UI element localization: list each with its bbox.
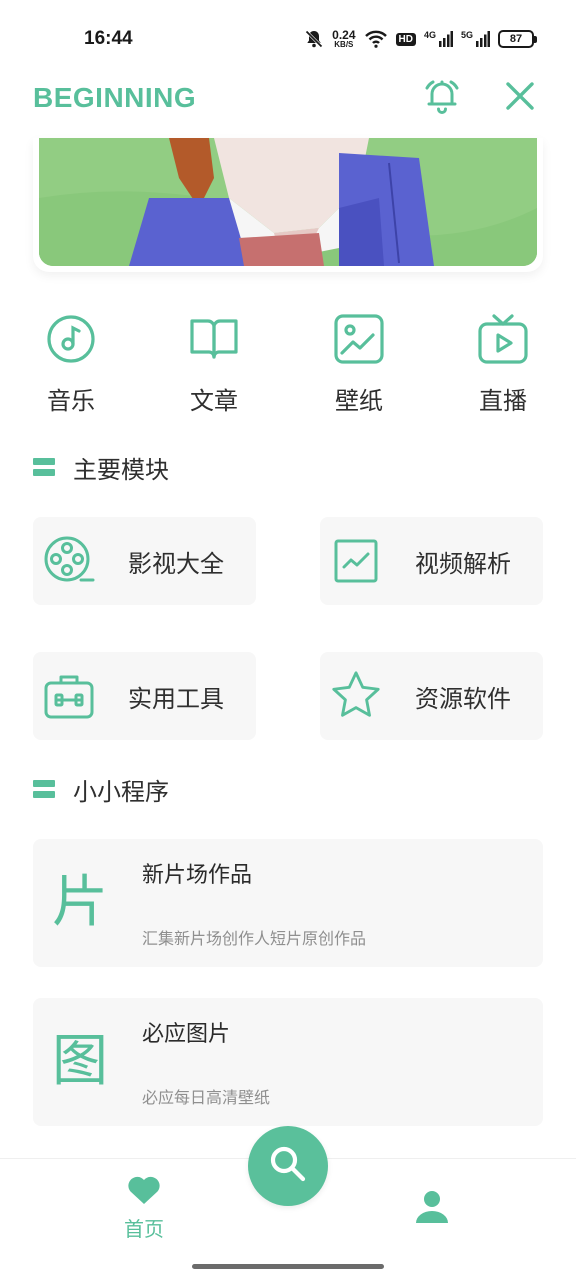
mute-bell-icon	[304, 29, 324, 49]
module-label: 视频解析	[415, 549, 511, 578]
quick-nav: 音乐 文章 壁纸 直播	[0, 312, 576, 422]
quick-nav-label: 文章	[190, 387, 238, 415]
image-icon	[332, 312, 386, 366]
wifi-icon	[364, 29, 388, 49]
search-icon	[268, 1144, 308, 1188]
star-icon	[329, 669, 383, 723]
alarm-button[interactable]	[420, 78, 464, 118]
module-card-movies[interactable]: 影视大全	[33, 517, 256, 605]
quick-nav-label: 壁纸	[335, 387, 383, 415]
mini-program-glyph: 片	[52, 870, 108, 935]
quick-nav-music[interactable]: 音乐	[26, 312, 116, 416]
tv-play-icon	[476, 312, 530, 366]
nav-profile[interactable]	[408, 1187, 456, 1231]
signal-icon-sim2: 5G	[461, 31, 490, 47]
close-icon	[504, 80, 536, 116]
nav-home[interactable]: 首页	[108, 1173, 180, 1243]
section-mini-programs: 小小程序	[33, 772, 169, 806]
mini-program-card-xinpianchang[interactable]: 片 新片场作品 汇集新片场创作人短片原创作品	[33, 839, 543, 967]
music-disc-icon	[44, 312, 98, 366]
battery-level: 87	[509, 33, 523, 45]
mini-program-card-bing[interactable]: 图 必应图片 必应每日高清壁纸	[33, 998, 543, 1126]
section-title: 小小程序	[73, 777, 169, 806]
chart-frame-icon	[329, 534, 383, 588]
hd-badge: HD	[395, 32, 416, 46]
mini-program-desc: 汇集新片场创作人短片原创作品	[142, 929, 367, 948]
quick-nav-label: 音乐	[47, 387, 95, 415]
sim1-label: 4G	[423, 30, 436, 40]
quick-nav-wallpaper[interactable]: 壁纸	[314, 312, 404, 416]
user-icon	[414, 1189, 450, 1229]
battery-icon: 87	[498, 30, 537, 48]
module-label: 实用工具	[128, 684, 224, 713]
film-reel-icon	[42, 534, 96, 588]
banner-card[interactable]	[33, 138, 543, 272]
section-marker-icon	[33, 458, 55, 476]
home-indicator[interactable]	[192, 1264, 384, 1269]
module-label: 影视大全	[128, 549, 224, 578]
quick-nav-live[interactable]: 直播	[458, 312, 548, 416]
mini-program-title: 新片场作品	[142, 863, 253, 888]
close-button[interactable]	[498, 78, 542, 118]
module-card-software[interactable]: 资源软件	[320, 652, 543, 740]
app-title: BEGINNING	[33, 82, 197, 113]
mini-program-glyph: 图	[52, 1029, 108, 1094]
status-icons: 0.24 KB/S HD 4G 5G 87	[304, 26, 537, 52]
nav-home-label: 首页	[124, 1217, 164, 1241]
banner-image	[39, 138, 537, 266]
section-main-modules: 主要模块	[33, 450, 169, 484]
section-title: 主要模块	[73, 455, 169, 484]
alarm-clock-icon	[422, 76, 462, 120]
heart-icon	[126, 1173, 162, 1209]
module-card-video-parse[interactable]: 视频解析	[320, 517, 543, 605]
status-bar: 16:44 0.24 KB/S HD 4G 5G 87	[0, 0, 576, 78]
quick-nav-label: 直播	[479, 387, 527, 415]
status-time: 16:44	[84, 28, 133, 49]
quick-nav-article[interactable]: 文章	[169, 312, 259, 416]
net-speed: 0.24 KB/S	[332, 29, 355, 49]
module-label: 资源软件	[415, 684, 511, 713]
mini-program-desc: 必应每日高清壁纸	[142, 1088, 271, 1107]
app-header: BEGINNING	[0, 78, 576, 138]
mini-program-title: 必应图片	[142, 1022, 231, 1047]
section-marker-icon	[33, 780, 55, 798]
sim2-label: 5G	[460, 30, 473, 40]
signal-icon-sim1: 4G	[424, 31, 453, 47]
search-button[interactable]	[248, 1126, 328, 1206]
toolbox-icon	[42, 669, 96, 723]
module-card-tools[interactable]: 实用工具	[33, 652, 256, 740]
open-book-icon	[187, 312, 241, 366]
net-speed-unit: KB/S	[334, 40, 354, 49]
